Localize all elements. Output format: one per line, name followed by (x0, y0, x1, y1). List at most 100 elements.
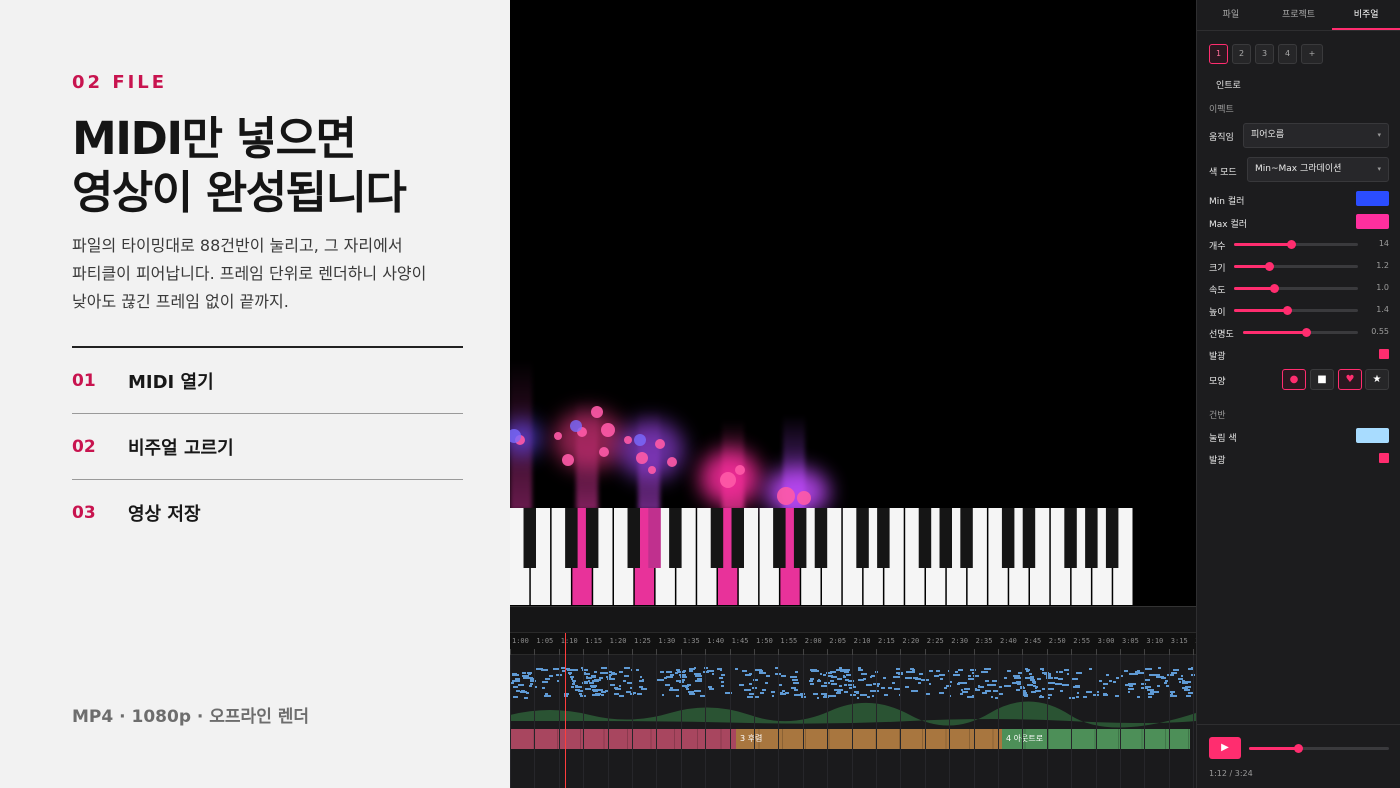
midi-note (1102, 693, 1109, 696)
ruler-tick-label: 1:20 (609, 637, 627, 645)
color-mode-select[interactable]: Min~Max 그라데이션 ▾ (1247, 157, 1389, 182)
tab-file[interactable]: 파일 (1197, 0, 1265, 30)
playback-progress (1249, 747, 1298, 750)
midi-note (962, 690, 968, 693)
midi-note (686, 684, 691, 687)
midi-note (1034, 686, 1038, 689)
ruler-tick-label: 1:40 (707, 637, 725, 645)
glow-toggle[interactable] (1379, 349, 1389, 359)
black-key (1022, 508, 1036, 568)
param-slider[interactable] (1234, 240, 1358, 249)
grid-line (1120, 655, 1121, 788)
midi-note (545, 678, 550, 681)
playhead[interactable] (565, 633, 566, 788)
tab-visual[interactable]: 비주얼 (1332, 0, 1400, 30)
step-label: 영상 저장 (128, 504, 201, 525)
midi-note (810, 669, 818, 672)
midi-note (1042, 671, 1049, 674)
min-color-swatch[interactable] (1356, 191, 1389, 206)
max-color-swatch[interactable] (1356, 214, 1389, 229)
scene-button-1[interactable]: 1 (1209, 44, 1228, 64)
headline-line-2: 영상이 완성됩니다 (72, 166, 407, 219)
midi-note (719, 677, 723, 680)
midi-note (1076, 692, 1080, 695)
midi-note (793, 681, 799, 684)
slider-knob[interactable] (1264, 262, 1274, 271)
midi-note (720, 674, 726, 677)
slider-knob[interactable] (1302, 328, 1312, 337)
timeline[interactable]: 1:00 1:05 1:10 1:15 1:20 1:25 1:30 1:35 1:40 1:45… (510, 606, 1196, 788)
timeline-header (510, 607, 1196, 633)
midi-note (640, 688, 648, 691)
timeline-lanes[interactable] (510, 655, 1196, 788)
section-segment[interactable]: 3 후렴 (736, 729, 1002, 749)
midi-note (624, 667, 631, 670)
color-mode-value: Min~Max 그라데이션 (1255, 164, 1342, 174)
midi-note (884, 693, 889, 696)
shape-square-button[interactable]: ■ (1310, 369, 1334, 390)
midi-note (1027, 684, 1034, 687)
midi-note (588, 681, 594, 684)
param-slider[interactable] (1234, 262, 1358, 271)
midi-note (991, 696, 994, 699)
slider-label: 개수 (1209, 242, 1226, 252)
slider-label: 선명도 (1209, 330, 1234, 340)
midi-note (1186, 695, 1192, 698)
midi-note (1180, 674, 1184, 677)
play-button[interactable]: ▶ (1209, 737, 1241, 759)
scene-selector: 1 2 3 4 + (1209, 44, 1323, 64)
marketing-panel: 02 FILE MIDI만 넣으면 영상이 완성됩니다 파일의 타이밍대로 88… (0, 0, 510, 788)
shape-heart-button[interactable]: ♥ (1338, 369, 1362, 390)
param-slider[interactable] (1234, 306, 1358, 315)
slider-fill (1234, 309, 1288, 312)
square-icon: ■ (1317, 374, 1327, 385)
midi-note (758, 671, 766, 674)
midi-note (830, 680, 834, 683)
slider-knob[interactable] (1269, 284, 1279, 293)
midi-note (1150, 691, 1157, 694)
black-key (1064, 508, 1077, 568)
midi-note (552, 667, 559, 670)
midi-note (905, 677, 912, 680)
midi-note (869, 690, 876, 693)
midi-note (618, 671, 623, 674)
scene-button-4[interactable]: 4 (1278, 44, 1297, 64)
midi-note (524, 696, 528, 699)
shape-circle-button[interactable]: ● (1282, 369, 1306, 390)
format-footer: MP4 · 1080p · 오프라인 렌더 (72, 707, 310, 727)
add-scene-button[interactable]: + (1301, 44, 1323, 64)
midi-note (785, 691, 790, 694)
black-key (627, 508, 640, 568)
midi-note (637, 692, 642, 695)
param-slider[interactable] (1243, 328, 1358, 337)
ruler-tick-label: 2:50 (1048, 637, 1066, 645)
midi-note (675, 671, 679, 674)
midi-note (1073, 685, 1081, 688)
scene-name[interactable]: 인트로 (1216, 78, 1241, 91)
scene-button-3[interactable]: 3 (1255, 44, 1274, 64)
description-line-1: 파일의 타이밍대로 88건반이 눌리고, 그 자리에서 (72, 236, 403, 255)
section-segment[interactable] (511, 729, 736, 749)
playback-slider[interactable] (1249, 744, 1389, 753)
motion-select[interactable]: 피어오름 ▾ (1243, 123, 1389, 148)
grid-line (1071, 655, 1073, 788)
black-key (1105, 508, 1119, 568)
grid-line (729, 655, 731, 788)
timeline-ruler[interactable]: 1:00 1:05 1:10 1:15 1:20 1:25 1:30 1:35 1:40 1:45… (510, 633, 1196, 655)
scene-button-2[interactable]: 2 (1232, 44, 1251, 64)
keyboard-glow-toggle[interactable] (1379, 453, 1389, 463)
slider-knob[interactable] (1283, 306, 1293, 315)
shape-star-button[interactable]: ★ (1365, 369, 1389, 390)
midi-note (978, 685, 984, 688)
midi-note (1042, 687, 1045, 690)
playback-knob[interactable] (1294, 744, 1303, 753)
black-key (856, 508, 869, 568)
ruler-tick-label: 2:10 (853, 637, 871, 645)
press-color-swatch[interactable] (1356, 428, 1389, 443)
midi-note (601, 667, 607, 670)
tab-project[interactable]: 프로젝트 (1265, 0, 1333, 30)
param-slider[interactable] (1234, 284, 1358, 293)
slider-knob[interactable] (1287, 240, 1297, 249)
midi-note (1037, 677, 1041, 680)
midi-note (938, 691, 944, 694)
